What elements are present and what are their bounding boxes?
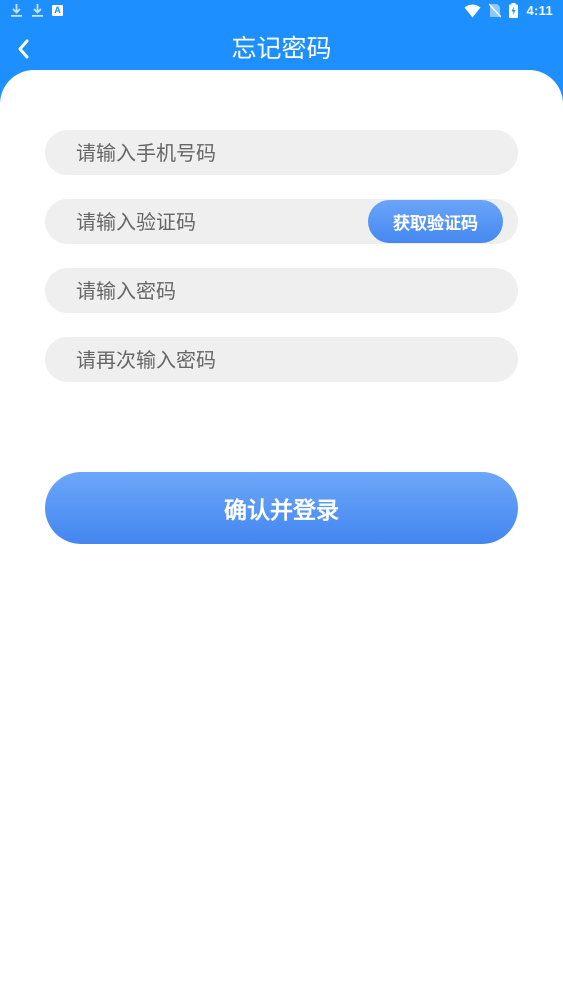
confirm-login-button[interactable]: 确认并登录 xyxy=(45,472,518,544)
header: 忘记密码 xyxy=(0,24,563,74)
a-badge-icon: A xyxy=(52,5,63,16)
confirm-password-input[interactable] xyxy=(45,337,518,382)
page-title: 忘记密码 xyxy=(231,34,332,63)
phone-input[interactable] xyxy=(45,130,518,175)
status-bar-left: A xyxy=(10,3,63,18)
battery-charging-icon xyxy=(509,3,519,18)
get-code-button[interactable]: 获取验证码 xyxy=(368,200,503,243)
phone-field xyxy=(45,130,518,175)
status-time: 4:11 xyxy=(526,3,553,18)
no-sim-icon xyxy=(489,3,502,18)
confirm-password-field xyxy=(45,337,518,382)
verification-code-field: 获取验证码 xyxy=(45,199,518,244)
status-bar-right: 4:11 xyxy=(464,3,553,18)
password-input[interactable] xyxy=(45,268,518,313)
status-bar: A 4:11 xyxy=(0,0,563,24)
password-field xyxy=(45,268,518,313)
content-sheet: 获取验证码 确认并登录 xyxy=(0,70,563,1002)
download-icon xyxy=(10,3,23,18)
download-icon xyxy=(31,3,44,18)
wifi-icon xyxy=(464,4,481,18)
